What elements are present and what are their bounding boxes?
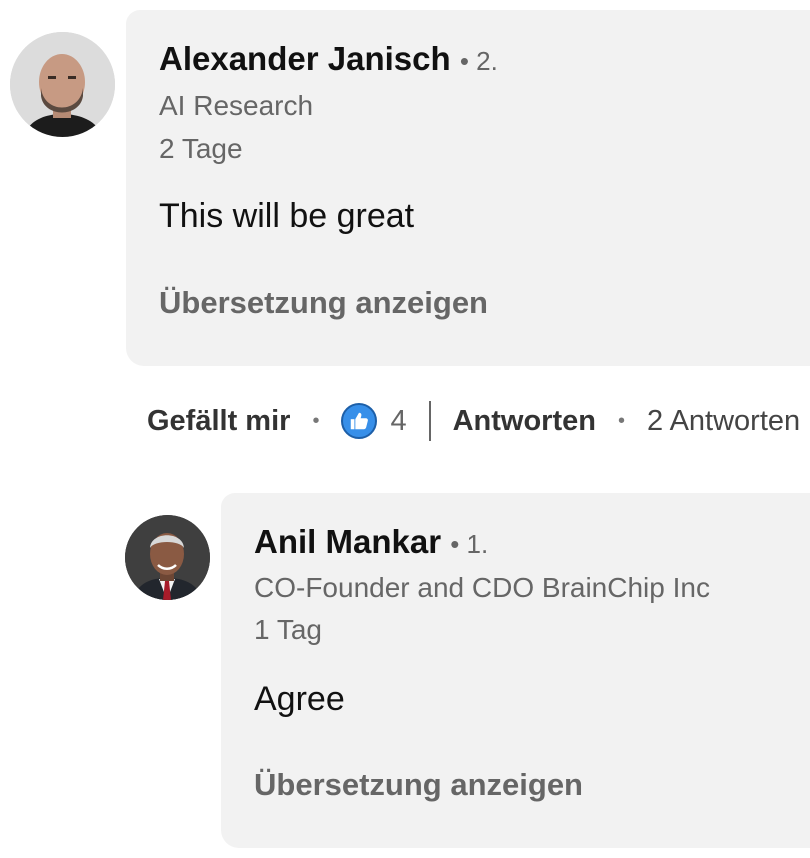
avatar-photo <box>10 32 115 137</box>
connection-degree: • 2. <box>459 46 498 76</box>
comment-action-bar: Gefällt mir • 4 Antworten • 2 Antworten <box>147 400 800 442</box>
divider <box>428 401 431 441</box>
comment-timestamp: 2 Tage <box>159 133 243 164</box>
avatar-photo <box>125 515 210 600</box>
connection-degree: • 1. <box>450 529 489 559</box>
separator-dot: • <box>617 409 625 432</box>
like-button[interactable]: Gefällt mir <box>147 405 290 438</box>
comment-timestamp: 1 Tag <box>254 614 322 645</box>
reaction-count[interactable]: 4 <box>390 405 406 438</box>
separator-dot: • <box>312 409 320 432</box>
avatar[interactable] <box>10 32 115 137</box>
author-name[interactable]: Alexander Janisch <box>159 40 451 77</box>
comment-author[interactable]: Anil Mankar • 1. <box>254 523 488 561</box>
thumbs-up-icon <box>351 412 369 430</box>
avatar[interactable] <box>125 515 210 600</box>
replies-count-link[interactable]: 2 Antworten <box>647 405 800 438</box>
author-headline: CO-Founder and CDO BrainChip Inc <box>254 572 710 603</box>
comment-text: This will be great <box>159 197 415 235</box>
like-reaction-icon[interactable] <box>341 403 378 439</box>
show-translation-link[interactable]: Übersetzung anzeigen <box>159 285 488 321</box>
comment-author[interactable]: Alexander Janisch • 2. <box>159 40 498 78</box>
author-headline: AI Research <box>159 90 314 121</box>
author-name[interactable]: Anil Mankar <box>254 523 441 560</box>
reply-button[interactable]: Antworten <box>453 405 596 438</box>
comment-text: Agree <box>254 680 345 718</box>
show-translation-link[interactable]: Übersetzung anzeigen <box>254 767 583 803</box>
